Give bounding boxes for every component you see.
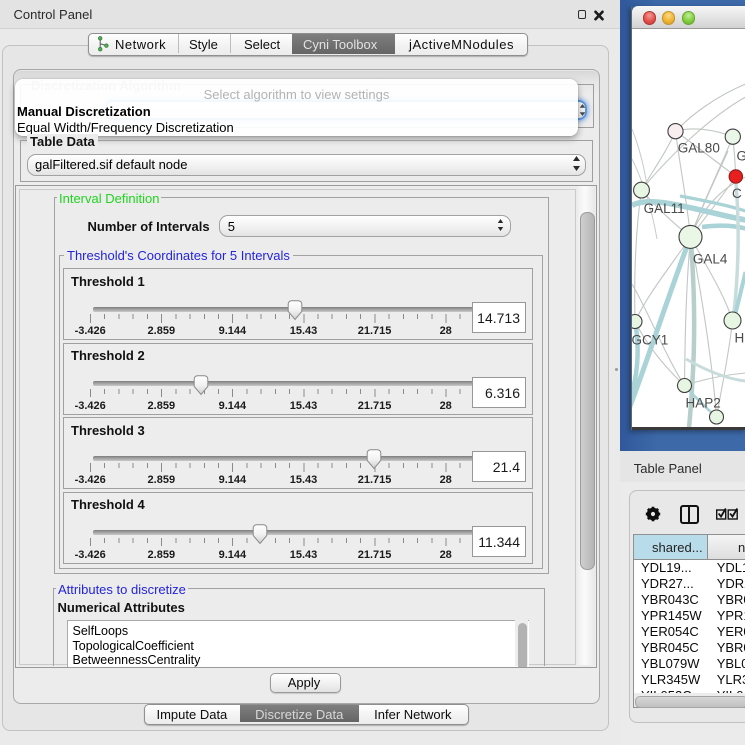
svg-text:C: C xyxy=(732,186,742,201)
svg-text:GA: GA xyxy=(736,148,745,163)
svg-text:HAP2: HAP2 xyxy=(685,395,720,410)
svg-text:GAL11: GAL11 xyxy=(643,201,684,216)
svg-text:H: H xyxy=(734,330,744,345)
svg-text:GAL80: GAL80 xyxy=(677,140,719,155)
svg-text:GCY1: GCY1 xyxy=(632,332,668,347)
svg-text:GAL4: GAL4 xyxy=(692,251,727,266)
